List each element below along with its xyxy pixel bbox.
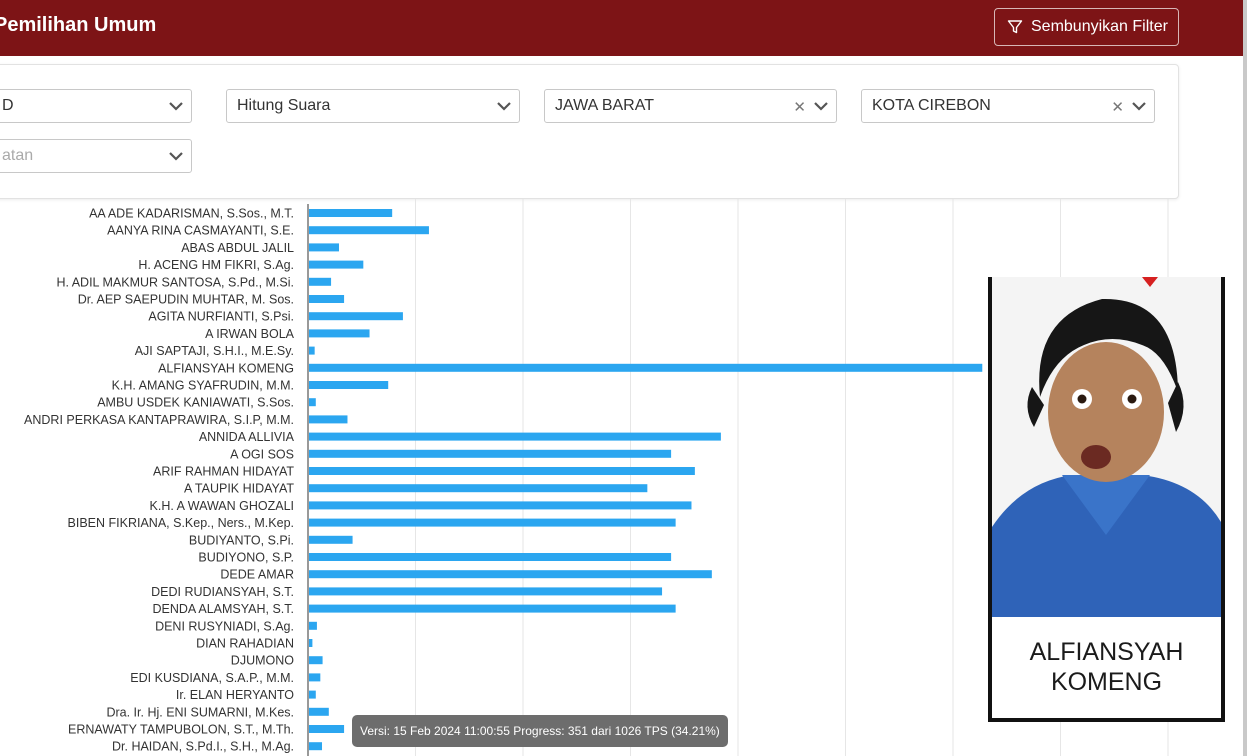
- category-label: Dr. HAIDAN, S.Pd.I., S.H., M.Ag.: [112, 740, 294, 754]
- filter-select-city[interactable]: KOTA CIREBON ✕: [861, 89, 1155, 123]
- bar[interactable]: [309, 209, 393, 217]
- category-label: AA ADE KADARISMAN, S.Sos., M.T.: [89, 207, 294, 221]
- category-label: Dra. Ir. Hj. ENI SUMARNI, M.Kes.: [106, 705, 294, 719]
- category-label: DENI RUSYNIADI, S.Ag.: [155, 619, 294, 633]
- bar[interactable]: [309, 467, 695, 475]
- bar[interactable]: [309, 363, 983, 372]
- category-label: Ir. ELAN HERYANTO: [176, 688, 294, 702]
- filter-select-province-value: JAWA BARAT: [555, 97, 654, 114]
- category-label: ARIF RAHMAN HIDAYAT: [153, 465, 294, 479]
- caption-line-1: ALFIANSYAH: [1029, 638, 1184, 666]
- category-label: A TAUPIK HIDAYAT: [184, 482, 294, 496]
- category-label: H. ADIL MAKMUR SANTOSA, S.Pd., M.Si.: [56, 275, 294, 289]
- page-title: Pemilihan Umum: [0, 14, 157, 36]
- category-label: AANYA RINA CASMAYANTI, S.E.: [107, 224, 294, 238]
- filter-select-2[interactable]: Hitung Suara: [226, 89, 520, 123]
- chevron-down-icon: [497, 102, 511, 111]
- category-label: ERNAWATY TAMPUBOLON, S.T., M.Th.: [68, 723, 294, 737]
- bar[interactable]: [309, 656, 323, 665]
- bar[interactable]: [309, 346, 315, 355]
- hide-filter-button[interactable]: Sembunyikan Filter: [994, 8, 1179, 46]
- category-label: ANDRI PERKASA KANTAPRAWIRA, S.I.P, M.M.: [24, 413, 294, 427]
- bar[interactable]: [309, 553, 672, 561]
- category-label: K.H. A WAWAN GHOZALI: [150, 499, 294, 513]
- category-label: A IRWAN BOLA: [205, 327, 295, 341]
- category-label: DENDA ALAMSYAH, S.T.: [153, 602, 294, 616]
- chevron-down-icon: [814, 102, 828, 111]
- bar[interactable]: [309, 226, 429, 235]
- category-label: DJUMONO: [231, 654, 294, 668]
- app-window: Pemilihan Umum Sembunyikan Filter D Hitu…: [0, 0, 1247, 756]
- bar[interactable]: [309, 381, 389, 389]
- bar[interactable]: [309, 673, 321, 682]
- version-progress-tooltip: Versi: 15 Feb 2024 11:00:55 Progress: 35…: [352, 715, 728, 747]
- bar[interactable]: [309, 432, 721, 441]
- category-label: BUDIYONO, S.P.: [198, 551, 294, 565]
- category-label: H. ACENG HM FIKRI, S.Ag.: [138, 258, 294, 272]
- bar[interactable]: [309, 484, 648, 493]
- scrollbar[interactable]: [1243, 0, 1247, 756]
- candidate-name-caption: ALFIANSYAH KOMENG: [992, 637, 1221, 697]
- filter-select-district[interactable]: atan: [0, 139, 192, 173]
- category-label: EDI KUSDIANA, S.A.P., M.M.: [130, 671, 294, 685]
- hide-filter-label: Sembunyikan Filter: [1031, 18, 1168, 35]
- bar[interactable]: [309, 570, 712, 579]
- category-label: DEDE AMAR: [220, 568, 294, 582]
- bar[interactable]: [309, 415, 348, 424]
- bar[interactable]: [309, 312, 403, 321]
- filter-icon: [1007, 20, 1023, 34]
- category-label: AJI SAPTAJI, S.H.I., M.E.Sy.: [135, 344, 294, 358]
- bar[interactable]: [309, 707, 329, 716]
- category-label: BIBEN FIKRIANA, S.Kep., Ners., M.Kep.: [68, 516, 294, 530]
- filter-select-1[interactable]: D: [0, 89, 192, 123]
- candidate-photo: [992, 277, 1221, 617]
- bar[interactable]: [309, 295, 345, 303]
- header-bar: Pemilihan Umum Sembunyikan Filter: [0, 0, 1243, 56]
- candidate-photo-card: ALFIANSYAH KOMENG: [988, 277, 1225, 722]
- chevron-down-icon: [169, 102, 183, 111]
- bar[interactable]: [309, 535, 353, 544]
- chart-bars: [309, 209, 983, 751]
- bar[interactable]: [309, 260, 364, 269]
- chart-category-labels: AA ADE KADARISMAN, S.Sos., M.T. AANYA RIN…: [24, 207, 295, 754]
- category-label: ALFIANSYAH KOMENG: [158, 361, 294, 375]
- filter-select-district-placeholder: atan: [2, 147, 34, 164]
- bar[interactable]: [309, 587, 663, 596]
- bar[interactable]: [309, 501, 692, 510]
- category-label: DEDI RUDIANSYAH, S.T.: [151, 585, 294, 599]
- category-label: ANNIDA ALLIVIA: [199, 430, 295, 444]
- bar[interactable]: [309, 690, 316, 699]
- clear-icon[interactable]: ✕: [1111, 98, 1124, 116]
- bar[interactable]: [309, 725, 345, 733]
- chevron-down-icon: [169, 152, 183, 161]
- filter-select-province[interactable]: JAWA BARAT ✕: [544, 89, 837, 123]
- filter-select-1-value: D: [2, 97, 14, 114]
- bar[interactable]: [309, 329, 370, 338]
- category-label: K.H. AMANG SYAFRUDIN, M.M.: [112, 379, 294, 393]
- category-label: BUDIYANTO, S.Pi.: [189, 533, 294, 547]
- filter-panel: D Hitung Suara JAWA BARAT ✕ KOTA CIREBON…: [0, 64, 1179, 199]
- bar[interactable]: [309, 621, 317, 630]
- category-label: AGITA NURFIANTI, S.Psi.: [148, 310, 294, 324]
- filter-select-2-value: Hitung Suara: [237, 97, 331, 114]
- bar[interactable]: [309, 277, 332, 286]
- filter-select-city-value: KOTA CIREBON: [872, 97, 991, 114]
- bar[interactable]: [309, 449, 672, 458]
- bar[interactable]: [309, 639, 313, 647]
- category-label: AMBU USDEK KANIAWATI, S.Sos.: [97, 396, 294, 410]
- chevron-down-icon: [1132, 102, 1146, 111]
- category-label: Dr. AEP SAEPUDIN MUHTAR, M. Sos.: [78, 293, 294, 307]
- bar[interactable]: [309, 518, 676, 527]
- bar[interactable]: [309, 398, 316, 407]
- category-label: DIAN RAHADIAN: [196, 637, 294, 651]
- category-label: A OGI SOS: [230, 447, 294, 461]
- bar[interactable]: [309, 742, 323, 751]
- bar[interactable]: [309, 604, 676, 613]
- category-label: ABAS ABDUL JALIL: [181, 241, 294, 255]
- bar[interactable]: [309, 243, 339, 252]
- caption-line-2: KOMENG: [1050, 668, 1163, 696]
- clear-icon[interactable]: ✕: [793, 98, 806, 116]
